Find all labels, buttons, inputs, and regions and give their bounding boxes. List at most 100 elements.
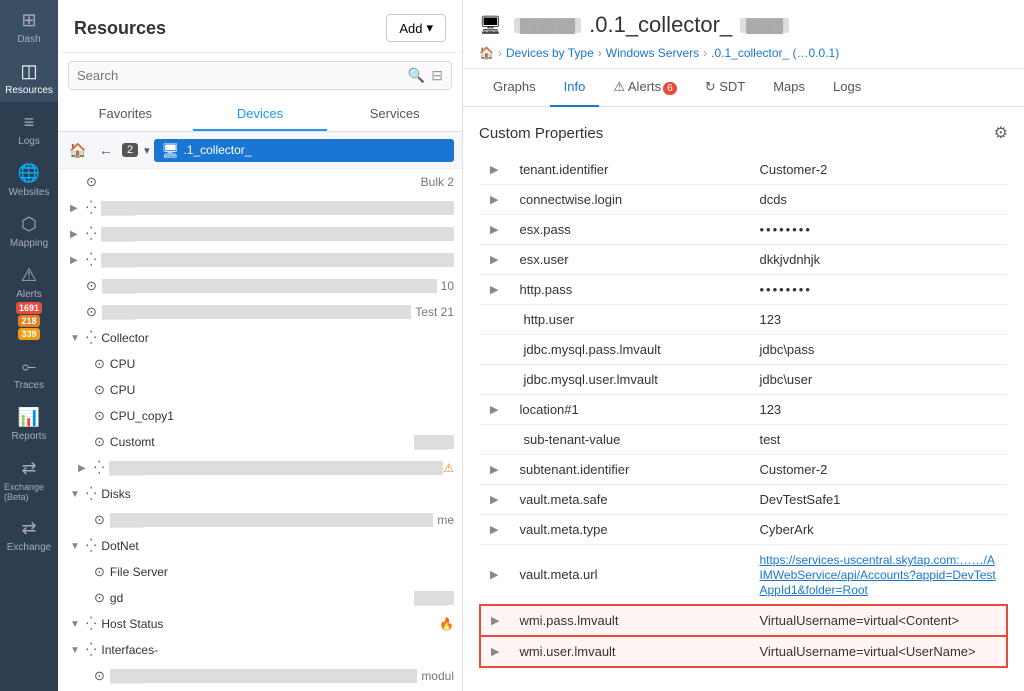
server-icon: ⊙ xyxy=(86,304,97,320)
tab-alerts[interactable]: ⚠ Alerts6 xyxy=(599,69,690,107)
row-expander[interactable]: ▶ xyxy=(480,485,509,515)
sidebar-item-resources[interactable]: ◫ Resources xyxy=(0,51,58,102)
table-row: ▶wmi.user.lmvaultVirtualUsername=virtual… xyxy=(480,636,1007,667)
property-value: Customer-2 xyxy=(749,455,1007,485)
nav-count-badge[interactable]: 2 xyxy=(122,143,138,157)
alert-badge-orange: 218 xyxy=(18,315,39,327)
resource-tree: ⊙ Bulk 2 ▶ ⁛ ████ ▶ ⁛ ████ ▶ ⁛ ████ ⊙ ██… xyxy=(58,169,462,691)
sidebar-item-logs[interactable]: ≡ Logs xyxy=(0,102,58,153)
row-expander[interactable]: ▶ xyxy=(480,395,509,425)
sidebar-item-mapping[interactable]: ⬡ Mapping xyxy=(0,204,58,255)
tree-item-bulk2[interactable]: ⊙ Bulk 2 xyxy=(58,169,462,195)
tree-item-warn[interactable]: ▶ ⁛ ████ ⚠ xyxy=(58,455,462,481)
row-expander[interactable]: ▶ xyxy=(480,155,509,185)
grid-icon: ⁛ xyxy=(94,460,104,476)
tree-item-3[interactable]: ▶ ⁛ ████ xyxy=(58,221,462,247)
tab-devices[interactable]: Devices xyxy=(193,98,328,131)
sidebar-item-reports[interactable]: 📊 Reports xyxy=(0,397,58,448)
sidebar-item-exchange[interactable]: ⇄ Exchange xyxy=(0,508,58,559)
sidebar-item-traces[interactable]: ⟜ Traces xyxy=(0,346,58,397)
property-value: jdbc\pass xyxy=(749,335,1007,365)
property-key: vault.meta.type xyxy=(509,515,749,545)
tree-item-2[interactable]: ▶ ⁛ ████ xyxy=(58,195,462,221)
property-value[interactable]: https://services-uscentral.skytap.com:……… xyxy=(749,545,1007,606)
fire-icon: 🔥 xyxy=(439,617,454,631)
search-input[interactable] xyxy=(77,68,408,83)
tree-item-disks[interactable]: ▼ ⁛ Disks xyxy=(58,481,462,507)
grid-icon: ⁛ xyxy=(86,252,96,268)
sidebar-item-dash[interactable]: ⊞ Dash xyxy=(0,0,58,51)
tree-item-gd[interactable]: ⊙ gd ████ xyxy=(58,585,462,611)
add-button[interactable]: Add ▾ xyxy=(386,14,446,42)
resources-panel: Resources Add ▾ 🔍 ⊟ Favorites Devices Se… xyxy=(58,0,463,691)
row-expander[interactable]: ▶ xyxy=(480,605,509,636)
tree-item-me[interactable]: ⊙ ████ me xyxy=(58,507,462,533)
row-expander[interactable]: ▶ xyxy=(480,185,509,215)
row-expander[interactable]: ▶ xyxy=(480,455,509,485)
server-icon: ⊙ xyxy=(94,408,105,424)
tree-item-interfaces[interactable]: ▼ ⁛ Interfaces- xyxy=(58,637,462,663)
table-row: ▶connectwise.logindcds xyxy=(480,185,1007,215)
selected-device-item[interactable]: 🖥 .1_collector_ xyxy=(154,139,454,162)
table-row: ▶http.pass•••••••• xyxy=(480,275,1007,305)
property-value: DevTestSafe1 xyxy=(749,485,1007,515)
tab-favorites[interactable]: Favorites xyxy=(58,98,193,131)
table-row: ▶vault.meta.typeCyberArk xyxy=(480,515,1007,545)
tree-item-dotnet[interactable]: ▼ ⁛ DotNet xyxy=(58,533,462,559)
tree-item-fileserver[interactable]: ⊙ File Server xyxy=(58,559,462,585)
tree-item-cpu-copy1[interactable]: ⊙ CPU_copy1 xyxy=(58,403,462,429)
row-expander[interactable]: ▶ xyxy=(480,275,509,305)
table-row: http.user123 xyxy=(480,305,1007,335)
row-expander[interactable]: ▶ xyxy=(480,636,509,667)
breadcrumb-link-windows-servers[interactable]: Windows Servers xyxy=(606,46,699,60)
mapping-icon: ⬡ xyxy=(21,214,37,235)
sdt-icon: ↻ xyxy=(705,79,720,94)
tab-graphs[interactable]: Graphs xyxy=(479,69,550,107)
back-button[interactable]: ← xyxy=(94,138,118,162)
row-expander xyxy=(480,335,509,365)
table-row: ▶vault.meta.safeDevTestSafe1 xyxy=(480,485,1007,515)
sidebar-item-exchange-beta[interactable]: ⇄ Exchange (Beta) xyxy=(0,448,58,508)
sidebar-item-websites[interactable]: 🌐 Websites xyxy=(0,153,58,204)
tree-item-modul[interactable]: ⊙ ████ modul xyxy=(58,663,462,689)
sidebar-item-label: Resources xyxy=(5,85,53,96)
table-row: ▶esx.userdkkjvdnhjk xyxy=(480,245,1007,275)
tree-item-customt[interactable]: ⊙ Customt ████ xyxy=(58,429,462,455)
resources-title: Resources xyxy=(74,18,166,39)
tree-item-4[interactable]: ▶ ⁛ ████ xyxy=(58,247,462,273)
home-button[interactable]: 🏠 xyxy=(66,138,90,162)
row-expander[interactable]: ▶ xyxy=(480,215,509,245)
tree-item-hoststatus[interactable]: ▼ ⁛ Host Status 🔥 xyxy=(58,611,462,637)
tab-info[interactable]: Info xyxy=(550,69,600,107)
row-expander xyxy=(480,425,509,455)
sidebar: ⊞ Dash ◫ Resources ≡ Logs 🌐 Websites ⬡ M… xyxy=(0,0,58,691)
tab-logs[interactable]: Logs xyxy=(819,69,875,107)
tree-item-10[interactable]: ⊙ ████ 10 xyxy=(58,273,462,299)
folder-icon: ⁛ xyxy=(86,330,96,346)
row-expander xyxy=(480,305,509,335)
server-icon: 🖥 xyxy=(162,142,180,159)
gear-icon[interactable]: ⚙ xyxy=(994,123,1008,143)
device-server-icon: 🖥 xyxy=(479,15,502,36)
filter-icon[interactable]: ⊟ xyxy=(431,67,443,84)
warning-icon: ⚠ xyxy=(443,461,454,475)
breadcrumb-home-icon: 🏠 xyxy=(479,46,494,60)
tree-item-cpu2[interactable]: ⊙ CPU xyxy=(58,377,462,403)
tab-sdt[interactable]: ↻ SDT xyxy=(691,69,760,107)
row-expander[interactable]: ▶ xyxy=(480,515,509,545)
row-expander[interactable]: ▶ xyxy=(480,245,509,275)
dash-icon: ⊞ xyxy=(21,10,36,31)
breadcrumb-link-devices-by-type[interactable]: Devices by Type xyxy=(506,46,594,60)
tab-maps[interactable]: Maps xyxy=(759,69,819,107)
property-key: esx.user xyxy=(509,245,749,275)
property-key: wmi.user.lmvault xyxy=(509,636,749,667)
search-bar: 🔍 ⊟ xyxy=(68,61,452,90)
tree-item-test21[interactable]: ⊙ ████ Test 21 xyxy=(58,299,462,325)
sidebar-item-alerts[interactable]: ⚠ Alerts 1691 218 339 xyxy=(0,255,58,346)
breadcrumb-link-current-device[interactable]: .0.1_collector_ (…0.0.1) xyxy=(711,46,839,60)
tab-services[interactable]: Services xyxy=(327,98,462,131)
property-value: 123 xyxy=(749,395,1007,425)
tree-item-cpu1[interactable]: ⊙ CPU xyxy=(58,351,462,377)
tree-item-collector[interactable]: ▼ ⁛ Collector xyxy=(58,325,462,351)
row-expander[interactable]: ▶ xyxy=(480,545,509,606)
